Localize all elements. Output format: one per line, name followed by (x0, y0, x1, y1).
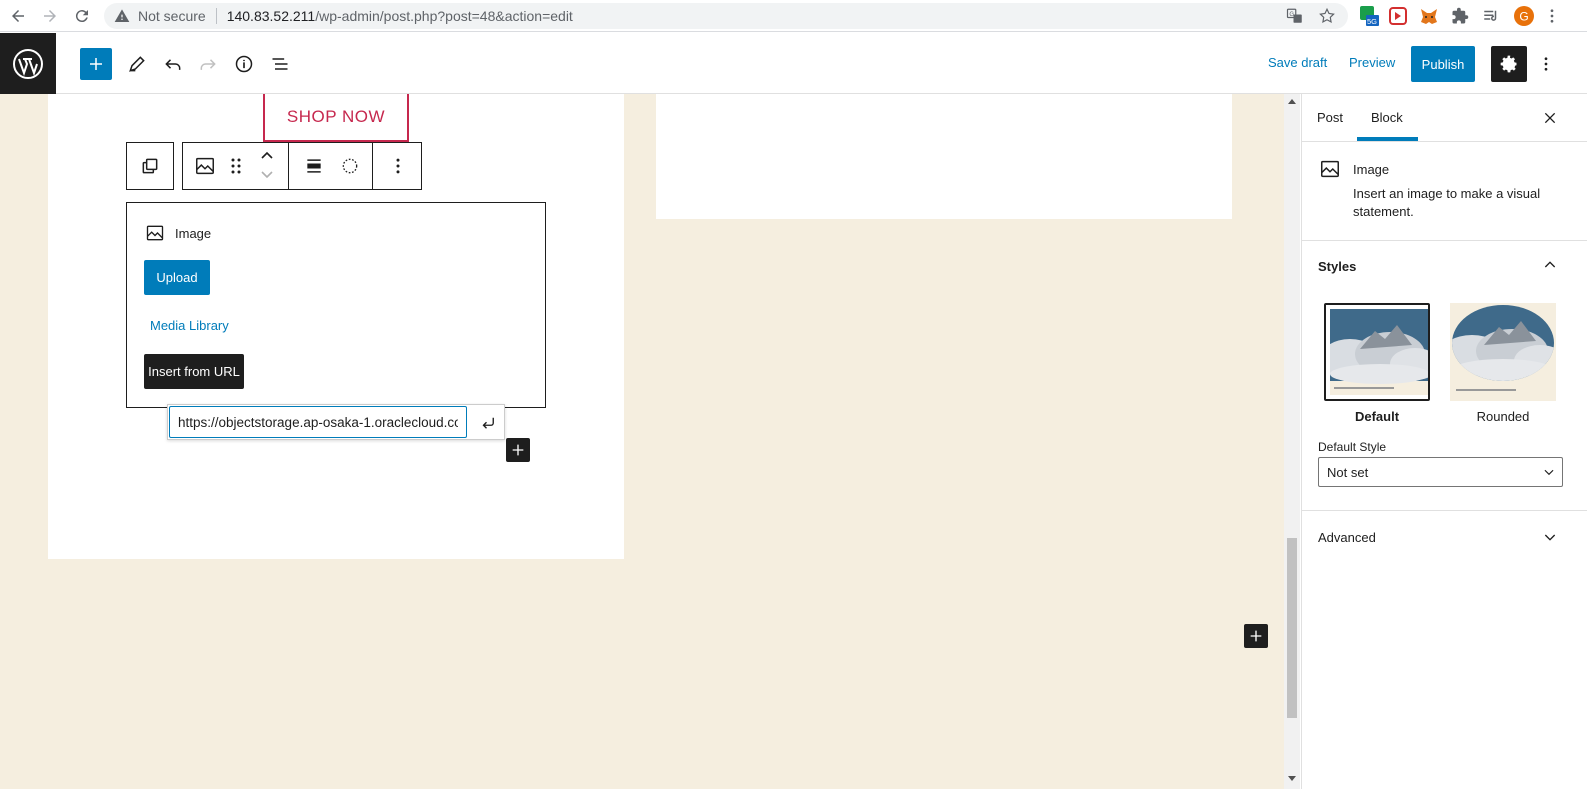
default-style-label: Default Style (1318, 440, 1387, 454)
more-options-icon[interactable] (1536, 50, 1556, 78)
settings-sidebar: Post Block Image Insert an image to make… (1301, 94, 1587, 789)
block-card-description: Insert an image to make a visual stateme… (1353, 186, 1541, 219)
move-up-icon[interactable] (255, 147, 279, 163)
preview-button[interactable]: Preview (1349, 55, 1395, 70)
redo-icon[interactable] (195, 51, 221, 77)
insert-from-url-button[interactable]: Insert from URL (144, 354, 244, 389)
back-icon[interactable] (6, 4, 30, 28)
info-icon[interactable] (231, 51, 257, 77)
shop-now-button[interactable]: SHOP NOW (263, 94, 409, 142)
advanced-panel-title[interactable]: Advanced (1318, 530, 1376, 545)
default-style-value: Not set (1327, 464, 1369, 480)
browser-toolbar: Not secure 140.83.52.211/wp-admin/post.p… (0, 0, 1587, 32)
profile-initial: G (1519, 10, 1528, 24)
placeholder-label: Image (145, 223, 211, 243)
url-host: 140.83.52.211 (226, 8, 316, 24)
add-block-inline-button[interactable] (506, 438, 530, 462)
style-default-option[interactable] (1324, 303, 1430, 401)
profile-avatar[interactable]: G (1513, 5, 1535, 27)
scroll-up-icon (1288, 99, 1296, 104)
extension-video-icon[interactable] (1387, 5, 1409, 27)
chevron-down-icon (1542, 465, 1556, 479)
align-icon[interactable] (302, 154, 326, 178)
window-bottom-edge (0, 789, 1587, 801)
close-icon[interactable] (1538, 106, 1562, 130)
advanced-panel[interactable]: Advanced (1302, 511, 1587, 562)
select-parent-button[interactable] (126, 142, 174, 190)
url-path: /wp-admin/post.php?post=48&action=edit (315, 8, 573, 24)
column-right[interactable] (656, 94, 1232, 219)
rounded-style-preview-icon (1450, 303, 1556, 401)
block-card: Image Insert an image to make a visual s… (1302, 142, 1587, 241)
apply-url-icon[interactable] (474, 409, 502, 437)
block-options-icon[interactable] (386, 154, 410, 178)
tab-block[interactable]: Block (1371, 110, 1403, 125)
block-toolbar-group-1 (183, 143, 289, 189)
pencil-tools-icon[interactable] (124, 51, 150, 77)
list-view-icon[interactable] (267, 51, 293, 77)
security-label: Not secure (138, 8, 206, 24)
move-down-icon[interactable] (255, 167, 279, 183)
block-toolbar (182, 142, 422, 190)
styles-panel-title[interactable]: Styles (1318, 259, 1356, 274)
extension-5g-icon[interactable]: 5G (1358, 5, 1380, 27)
image-icon (1319, 158, 1341, 180)
puzzle-extensions-icon[interactable] (1449, 5, 1471, 27)
scroll-down-icon (1288, 776, 1296, 781)
upload-button[interactable]: Upload (144, 260, 210, 295)
style-rounded-option[interactable] (1450, 303, 1556, 401)
active-tab-indicator (1357, 137, 1418, 141)
block-toolbar-group-2 (289, 143, 373, 189)
settings-gear-icon[interactable] (1491, 46, 1527, 82)
sidebar-tabs: Post Block (1302, 94, 1587, 142)
chevron-down-icon[interactable] (1542, 529, 1558, 545)
reading-list-icon[interactable] (1480, 5, 1502, 27)
default-style-preview-icon (1330, 309, 1428, 395)
editor-canvas[interactable]: SHOP NOW Image Upload Media Library Inse… (0, 94, 1284, 789)
undo-icon[interactable] (160, 51, 186, 77)
placeholder-title: Image (175, 225, 212, 241)
canvas-scrollbar[interactable] (1284, 94, 1300, 789)
bookmark-star-icon[interactable] (1318, 7, 1336, 25)
chevron-up-icon[interactable] (1542, 257, 1558, 273)
wordpress-logo-icon[interactable] (0, 33, 56, 94)
tab-post[interactable]: Post (1317, 110, 1343, 125)
ext-badge: 5G (1367, 17, 1377, 26)
drag-handle-icon[interactable] (224, 154, 248, 178)
block-card-title: Image (1353, 162, 1390, 177)
add-block-end-button[interactable] (1244, 624, 1268, 648)
publish-button[interactable]: Publish (1411, 46, 1475, 82)
media-library-button[interactable]: Media Library (150, 318, 229, 333)
editor-header: Save draft Preview Publish (0, 33, 1587, 94)
save-draft-button[interactable]: Save draft (1268, 55, 1327, 70)
url-input[interactable] (169, 406, 467, 438)
svg-text:G: G (1289, 12, 1294, 18)
image-block-icon[interactable] (193, 154, 217, 178)
forward-icon[interactable] (38, 4, 62, 28)
style-rounded-label: Rounded (1476, 409, 1530, 424)
styles-panel: Styles Default Rounded Default Style Not… (1302, 241, 1587, 511)
image-icon (145, 223, 165, 243)
add-block-button[interactable] (80, 48, 112, 80)
reload-icon[interactable] (70, 4, 94, 28)
image-placeholder: Image Upload Media Library Insert from U… (126, 202, 546, 408)
scrollbar-thumb[interactable] (1287, 538, 1297, 718)
duotone-filter-icon[interactable] (338, 154, 362, 178)
default-style-select[interactable]: Not set (1318, 457, 1563, 487)
divider (215, 8, 217, 24)
address-bar[interactable]: Not secure 140.83.52.211/wp-admin/post.p… (104, 3, 1348, 29)
browser-menu-icon[interactable] (1541, 5, 1563, 27)
style-default-label: Default (1354, 409, 1400, 424)
warning-icon (114, 8, 130, 24)
translate-icon[interactable]: G (1286, 7, 1304, 25)
url-popover (167, 404, 505, 440)
metamask-fox-icon[interactable] (1418, 5, 1440, 27)
